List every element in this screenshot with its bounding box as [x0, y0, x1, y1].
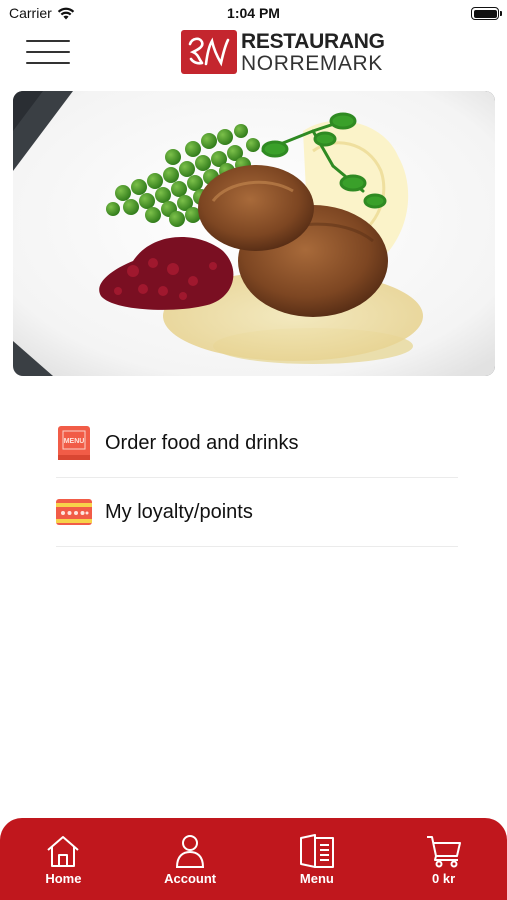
menu-book-text: MENU: [64, 438, 85, 445]
logo-mark: [181, 30, 237, 74]
tab-account[interactable]: Account: [127, 818, 254, 900]
logo-line-1: RESTAURANG: [241, 29, 385, 53]
hero-food-image: [13, 91, 495, 376]
logo-monogram-icon: [188, 37, 230, 67]
tab-menu[interactable]: Menu: [254, 818, 381, 900]
loyalty-card-icon: [56, 494, 92, 530]
app-header: RESTAURANG NORREMARK: [0, 26, 507, 82]
tab-menu-label: Menu: [299, 871, 334, 886]
tab-home[interactable]: Home: [0, 818, 127, 900]
order-food-label: Order food and drinks: [105, 431, 299, 454]
tab-cart[interactable]: 0 kr: [380, 818, 507, 900]
app-screen: Carrier 1:04 PM RESTAURANG NORREMARK MEN…: [0, 0, 507, 900]
home-icon: [45, 832, 81, 868]
hamburger-icon[interactable]: [26, 38, 70, 66]
tab-cart-label: 0 kr: [432, 871, 456, 886]
menu-book-icon: MENU: [56, 425, 92, 461]
status-bar: Carrier 1:04 PM: [0, 0, 507, 26]
menu-icon: [299, 832, 335, 868]
tab-account-label: Account: [164, 871, 217, 886]
loyalty-points-label: My loyalty/points: [105, 500, 253, 523]
logo-wordmark: RESTAURANG NORREMARK: [241, 31, 385, 74]
restaurant-logo: RESTAURANG NORREMARK: [181, 30, 385, 74]
bottom-tab-bar: Home Account Menu 0 kr: [0, 818, 507, 900]
logo-line-2: NORREMARK: [241, 51, 383, 75]
cart-icon: [426, 832, 462, 868]
status-time: 1:04 PM: [227, 5, 280, 21]
home-menu-list: MENU Order food and drinks My loyalty/po…: [56, 409, 458, 547]
order-food-item[interactable]: MENU Order food and drinks: [56, 409, 458, 478]
account-icon: [174, 832, 206, 868]
tab-home-label: Home: [45, 871, 82, 886]
food-photo: [13, 91, 495, 376]
battery-icon: [471, 7, 502, 20]
loyalty-points-item[interactable]: My loyalty/points: [56, 478, 458, 547]
